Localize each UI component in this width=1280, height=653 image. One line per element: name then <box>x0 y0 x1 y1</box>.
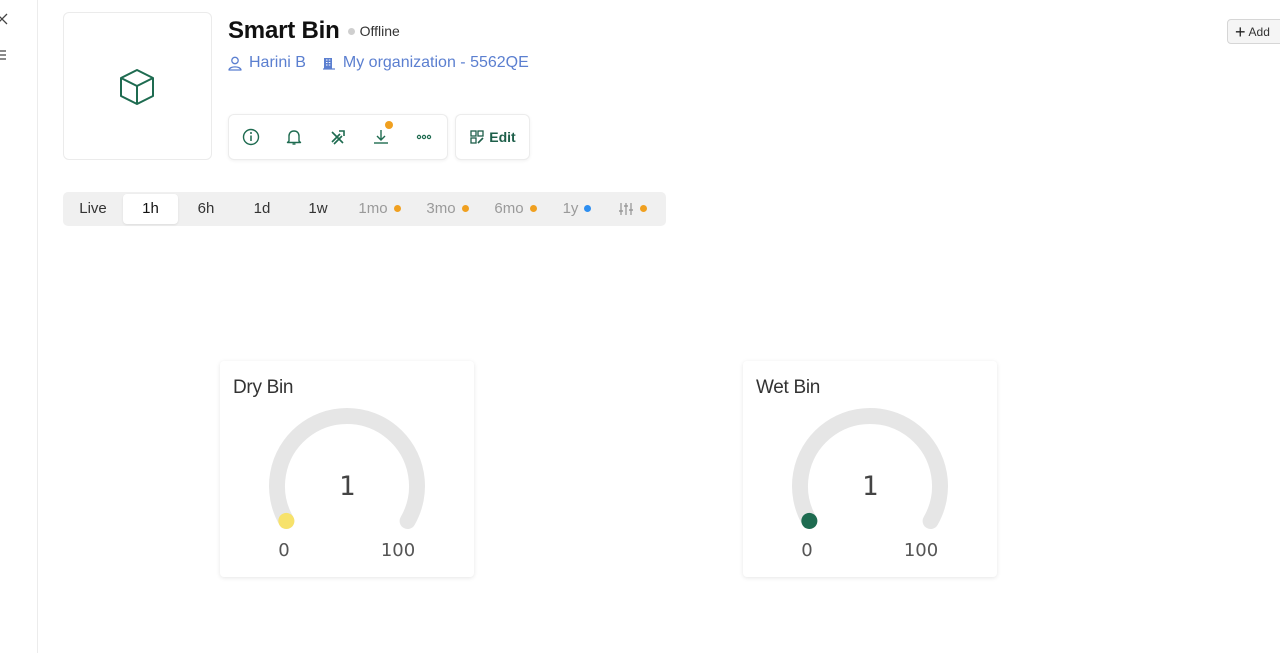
range-tab-6mo[interactable]: 6mo <box>488 194 543 224</box>
range-tab-1mo[interactable]: 1mo <box>352 194 407 224</box>
range-tab-1h[interactable]: 1h <box>123 194 178 224</box>
gauge-max-label: 100 <box>904 540 938 561</box>
tools-icon[interactable] <box>328 127 348 147</box>
gauge-track <box>269 408 425 529</box>
menu-icon[interactable] <box>0 48 12 64</box>
gauge-widget-wet-bin[interactable]: Wet Bin 1 0 100 <box>743 361 997 577</box>
info-icon[interactable] <box>241 127 261 147</box>
range-tab-3mo[interactable]: 3mo <box>420 194 475 224</box>
premium-dot <box>393 204 401 212</box>
plus-icon: + <box>1235 21 1246 42</box>
gauge-value: 1 <box>339 471 355 502</box>
status-badge: Offline <box>347 23 400 39</box>
device-title-row: Smart Bin Offline <box>228 14 400 48</box>
add-button[interactable]: + Add <box>1227 19 1280 44</box>
add-label: Add <box>1248 24 1270 39</box>
organization-link[interactable]: My organization - 5562QE <box>322 54 529 72</box>
gauge-value: 1 <box>862 471 878 502</box>
download-icon[interactable] <box>371 127 391 147</box>
device-action-toolbar <box>228 114 448 160</box>
time-range-selector: Live 1h 6h 1d 1w 1mo 3mo 6mo 1y <box>63 192 666 226</box>
premium-dot <box>639 204 647 212</box>
gauge-max-label: 100 <box>381 540 415 561</box>
device-meta-row: Harini B My organization - 5562QE <box>228 52 529 74</box>
device-name: Smart Bin <box>228 17 340 44</box>
device-image-card <box>63 12 212 160</box>
edit-button[interactable]: Edit <box>455 114 530 160</box>
gauge-widget-dry-bin[interactable]: Dry Bin 1 0 100 <box>220 361 474 577</box>
gauge-min-label: 0 <box>278 540 289 561</box>
range-tab-live[interactable]: Live <box>69 194 117 224</box>
sliders-icon <box>618 203 633 216</box>
range-tab-6h[interactable]: 6h <box>184 194 228 224</box>
status-label: Offline <box>359 23 400 39</box>
range-tab-1w[interactable]: 1w <box>295 194 341 224</box>
gauge-chart: 1 0 100 <box>792 408 948 561</box>
bell-icon[interactable] <box>284 127 304 147</box>
range-tab-custom[interactable] <box>613 194 651 224</box>
edit-icon <box>470 130 484 144</box>
owner-link[interactable]: Harini B <box>228 54 306 72</box>
user-icon <box>228 56 242 71</box>
premium-dot <box>529 204 537 212</box>
gauge-chart: 1 0 100 <box>269 408 425 561</box>
range-tab-1y[interactable]: 1y <box>557 194 597 224</box>
close-icon[interactable] <box>0 13 12 29</box>
left-rail <box>0 0 38 653</box>
cube-icon <box>120 69 154 105</box>
gauge-min-label: 0 <box>801 540 812 561</box>
plan-dot <box>584 204 592 212</box>
status-dot <box>347 27 355 35</box>
gauge-track <box>792 408 948 529</box>
owner-name: Harini B <box>249 54 306 71</box>
edit-label: Edit <box>489 129 516 145</box>
range-tab-1d[interactable]: 1d <box>239 194 285 224</box>
notification-dot <box>385 121 393 129</box>
organization-name: My organization - 5562QE <box>342 54 529 71</box>
building-icon <box>322 58 335 70</box>
more-icon[interactable] <box>414 127 434 147</box>
premium-dot <box>461 204 469 212</box>
